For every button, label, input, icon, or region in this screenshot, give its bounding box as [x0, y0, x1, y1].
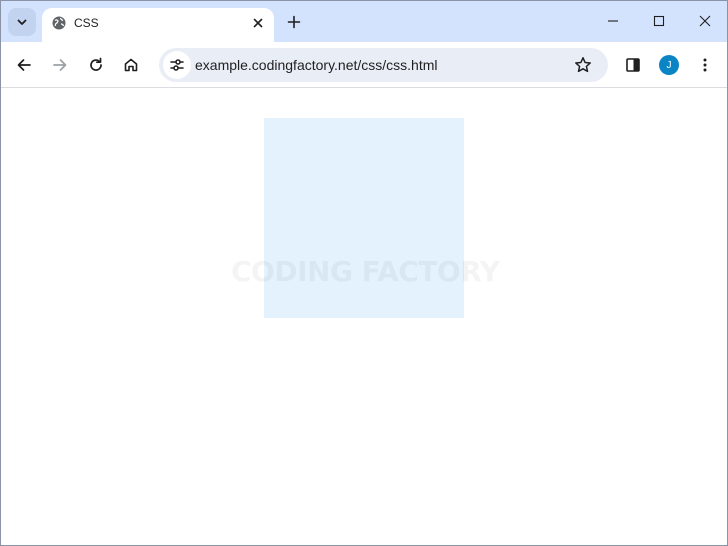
profile-avatar[interactable]: J	[659, 55, 679, 75]
maximize-icon	[653, 15, 665, 27]
minimize-icon	[608, 20, 618, 22]
page-viewport: CODING FACTORY	[1, 89, 727, 545]
home-button[interactable]	[116, 50, 146, 80]
chevron-down-icon	[17, 19, 27, 25]
tab-close-button[interactable]	[248, 13, 268, 33]
demo-box	[264, 118, 464, 318]
arrow-right-icon	[53, 59, 67, 71]
browser-window: CSS example.codingfactory.net/css/css.ht…	[0, 0, 728, 546]
reload-icon	[90, 57, 102, 71]
minimize-button[interactable]	[590, 1, 636, 41]
home-icon	[124, 58, 138, 72]
side-panel-button[interactable]	[618, 50, 648, 80]
toolbar: example.codingfactory.net/css/css.html J	[1, 42, 727, 88]
close-icon	[253, 18, 263, 28]
maximize-button[interactable]	[636, 1, 682, 41]
tab-title: CSS	[74, 16, 99, 30]
site-info-button[interactable]	[163, 51, 191, 79]
reload-button[interactable]	[81, 50, 111, 80]
bookmark-button[interactable]	[569, 51, 597, 79]
menu-button[interactable]	[690, 50, 720, 80]
side-panel-icon	[626, 58, 640, 72]
arrow-left-icon	[17, 59, 31, 71]
plus-icon	[287, 15, 301, 29]
back-button[interactable]	[9, 50, 39, 80]
new-tab-button[interactable]	[282, 10, 306, 34]
tab-strip: CSS	[1, 1, 727, 42]
star-icon	[575, 57, 591, 73]
close-icon	[699, 15, 711, 27]
url-text[interactable]: example.codingfactory.net/css/css.html	[195, 57, 438, 73]
forward-button[interactable]	[45, 50, 75, 80]
window-close-button[interactable]	[682, 1, 727, 41]
globe-icon	[51, 15, 67, 31]
tab-css[interactable]: CSS	[42, 8, 274, 42]
address-bar[interactable]: example.codingfactory.net/css/css.html	[159, 48, 608, 82]
more-vert-icon	[703, 58, 707, 72]
tab-search-button[interactable]	[8, 8, 36, 36]
watermark: CODING FACTORY	[231, 255, 500, 288]
tune-icon	[170, 59, 184, 71]
